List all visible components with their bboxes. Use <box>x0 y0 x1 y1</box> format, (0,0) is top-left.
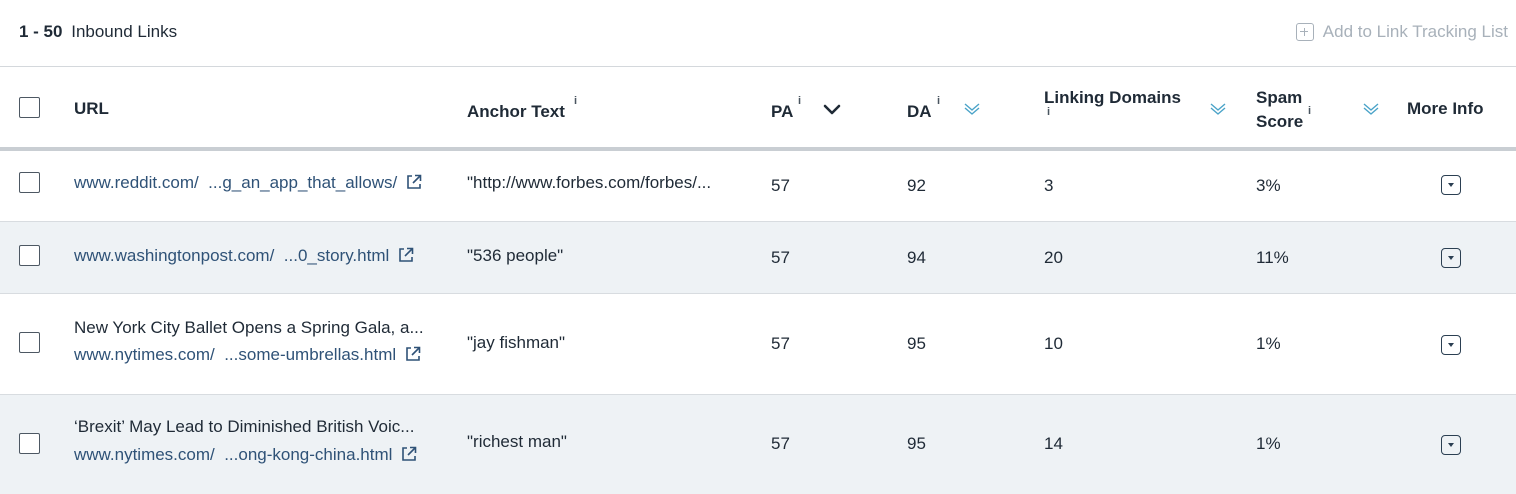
column-header-linking-domains[interactable]: Linking Domains <box>1044 86 1181 110</box>
column-header-anchor-text: Anchor Text <box>467 102 565 121</box>
add-to-link-tracking-button[interactable]: Add to Link Tracking List <box>1295 22 1508 42</box>
table-row: New York City Ballet Opens a Spring Gala… <box>0 294 1516 395</box>
double-chevron-down-icon[interactable] <box>963 102 981 116</box>
da-cell: 94 <box>907 248 926 267</box>
table-row: www.reddit.com/ ...g_an_app_that_allows/… <box>0 155 1516 222</box>
column-header-more-info: More Info <box>1407 99 1484 118</box>
row-checkbox[interactable] <box>19 332 40 353</box>
external-link-icon[interactable] <box>401 445 417 461</box>
page-title-cell: ‘Brexit’ May Lead to Diminished British … <box>74 417 415 436</box>
more-info-button[interactable] <box>1441 248 1461 268</box>
spam-score-cell: 11% <box>1256 248 1289 267</box>
row-checkbox[interactable] <box>19 172 40 193</box>
table-header: URL Anchor Text i PA i DA i Linking Doma… <box>0 67 1516 151</box>
double-chevron-down-icon[interactable] <box>1362 102 1380 116</box>
column-header-pa[interactable]: PA <box>771 100 793 124</box>
more-info-button[interactable] <box>1441 435 1461 455</box>
da-cell: 95 <box>907 334 926 353</box>
url-cell: www.washingtonpost.com/ ...0_story.html <box>74 244 414 268</box>
anchor-text-cell: "http://www.forbes.com/forbes/... <box>467 173 712 192</box>
results-label: Inbound Links <box>71 22 178 41</box>
url-link[interactable]: www.nytimes.com/ ...ong-kong-china.html <box>74 445 392 464</box>
spam-score-cell: 3% <box>1256 176 1281 195</box>
double-chevron-down-icon[interactable] <box>1209 102 1227 116</box>
table-row: www.washingtonpost.com/ ...0_story.html … <box>0 222 1516 294</box>
url-link[interactable]: www.nytimes.com/ ...some-umbrellas.html <box>74 345 396 364</box>
external-link-icon[interactable] <box>405 345 421 361</box>
plus-box-icon <box>1295 23 1314 41</box>
pa-cell: 57 <box>771 176 790 195</box>
linking-domains-cell: 3 <box>1044 176 1054 195</box>
pa-cell: 57 <box>771 248 790 267</box>
url-cell: www.nytimes.com/ ...some-umbrellas.html <box>74 343 421 367</box>
linking-domains-cell: 10 <box>1044 334 1063 353</box>
spam-score-cell: 1% <box>1256 434 1281 453</box>
column-header-url: URL <box>74 99 109 118</box>
page-title-cell: New York City Ballet Opens a Spring Gala… <box>74 318 424 337</box>
pa-cell: 57 <box>771 334 790 353</box>
select-all-checkbox[interactable] <box>19 97 40 118</box>
column-header-spam-line1[interactable]: Spam <box>1256 86 1302 110</box>
url-cell: www.reddit.com/ ...g_an_app_that_allows/ <box>74 171 422 195</box>
da-cell: 92 <box>907 176 926 195</box>
row-checkbox[interactable] <box>19 433 40 454</box>
external-link-icon[interactable] <box>406 173 422 189</box>
results-range: 1 - 50 <box>19 22 63 41</box>
column-header-spam-line2[interactable]: Score <box>1256 110 1303 134</box>
pa-cell: 57 <box>771 434 790 453</box>
linking-domains-info-icon[interactable]: i <box>1047 106 1050 118</box>
anchor-info-icon[interactable]: i <box>574 95 577 107</box>
linking-domains-cell: 14 <box>1044 434 1063 453</box>
pa-info-icon[interactable]: i <box>798 95 801 107</box>
url-cell: www.nytimes.com/ ...ong-kong-china.html <box>74 443 417 467</box>
anchor-text-cell: "jay fishman" <box>467 333 566 352</box>
url-link[interactable]: www.washingtonpost.com/ ...0_story.html <box>74 246 389 265</box>
results-header: 1 - 50 Inbound Links Add to Link Trackin… <box>0 0 1516 67</box>
external-link-icon[interactable] <box>398 246 414 262</box>
da-cell: 95 <box>907 434 926 453</box>
da-info-icon[interactable]: i <box>937 95 940 107</box>
spam-score-info-icon[interactable]: i <box>1308 105 1311 117</box>
row-checkbox[interactable] <box>19 245 40 266</box>
anchor-text-cell: "richest man" <box>467 432 567 451</box>
chevron-down-bold-icon[interactable] <box>823 104 841 118</box>
add-to-link-tracking-label: Add to Link Tracking List <box>1322 22 1508 41</box>
anchor-text-cell: "536 people" <box>467 246 564 265</box>
table-row: ‘Brexit’ May Lead to Diminished British … <box>0 395 1516 494</box>
more-info-button[interactable] <box>1441 335 1461 355</box>
more-info-button[interactable] <box>1441 175 1461 195</box>
spam-score-cell: 1% <box>1256 334 1281 353</box>
column-header-da[interactable]: DA <box>907 100 932 124</box>
url-link[interactable]: www.reddit.com/ ...g_an_app_that_allows/ <box>74 173 397 192</box>
results-count: 1 - 50 Inbound Links <box>19 22 177 42</box>
linking-domains-cell: 20 <box>1044 248 1063 267</box>
